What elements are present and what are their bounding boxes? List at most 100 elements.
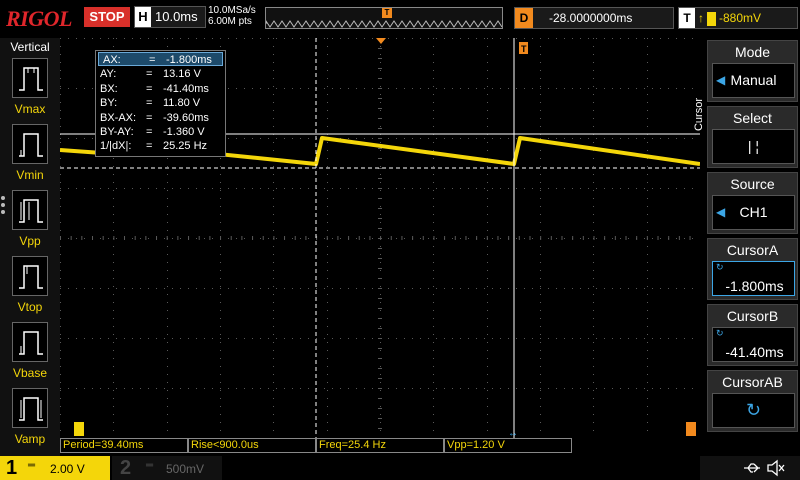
- graticule-dot: [276, 88, 277, 89]
- graticule-dot: [647, 366, 648, 367]
- graticule-dot: [668, 338, 669, 339]
- trigger-box[interactable]: T ↑ -880mV: [678, 7, 798, 29]
- trigger-level-marker[interactable]: [686, 422, 696, 436]
- ch1-status[interactable]: 1 ═ 2.00 V: [0, 456, 110, 480]
- graticule-dot: [692, 288, 693, 289]
- graticule-dot: [212, 338, 213, 339]
- graticule-dot: [100, 38, 101, 39]
- graticule-dot: [433, 374, 434, 375]
- graticule-dot: [124, 288, 125, 289]
- graticule-tick: [92, 236, 94, 240]
- graticule-dot: [484, 188, 485, 189]
- graticule-dot: [516, 88, 517, 89]
- graticule-dot: [500, 38, 501, 39]
- graticule-dot: [148, 288, 149, 289]
- graticule-dot: [92, 88, 93, 89]
- graticule-dot: [540, 302, 541, 303]
- graticule-dot: [396, 188, 397, 189]
- graticule-dot: [113, 278, 114, 279]
- measure-vmax[interactable]: Vmax: [0, 58, 60, 120]
- graticule-dot: [308, 138, 309, 139]
- graticule-dot: [628, 188, 629, 189]
- graticule-dot: [364, 338, 365, 339]
- measure-vbase[interactable]: Vbase: [0, 322, 60, 384]
- graticule-dot: [604, 188, 605, 189]
- graticule-dot: [60, 254, 61, 255]
- graticule-dot: [380, 214, 381, 215]
- graticule-dot: [593, 262, 594, 263]
- measurement-freq[interactable]: Freq=25.4 Hz: [316, 438, 444, 453]
- graticule-dot: [593, 86, 594, 87]
- graticule-dot: [540, 366, 541, 367]
- measurement-period[interactable]: Period=39.40ms: [60, 438, 188, 453]
- graticule-dot: [588, 388, 589, 389]
- graticule-dot: [487, 86, 488, 87]
- graticule-dot: [612, 338, 613, 339]
- graticule-dot: [647, 326, 648, 327]
- graticule-tick: [378, 118, 382, 119]
- graticule-dot: [348, 288, 349, 289]
- graticule-dot: [380, 206, 381, 207]
- graticule-dot: [356, 38, 357, 39]
- graticule-dot: [380, 46, 381, 47]
- graticule-dot: [487, 358, 488, 359]
- select-softkey[interactable]: Select | ¦: [707, 106, 798, 168]
- measure-vtop[interactable]: Vtop: [0, 256, 60, 318]
- graticule-tick: [378, 268, 382, 269]
- measurement-vpp[interactable]: Vpp=1.20 V: [444, 438, 572, 453]
- graticule-dot: [433, 102, 434, 103]
- graticule-tick: [378, 48, 382, 49]
- cursor-ab-softkey[interactable]: CursorAB ↻: [707, 370, 798, 432]
- graticule-dot: [60, 190, 61, 191]
- cursor-b-value: -41.40ms: [725, 344, 784, 360]
- timebase-box[interactable]: H 10.0ms: [134, 6, 206, 28]
- graticule-dot: [273, 326, 274, 327]
- graticule-dot: [273, 70, 274, 71]
- graticule-dot: [68, 138, 69, 139]
- graticule-dot: [292, 338, 293, 339]
- trigger-position-marker[interactable]: T: [382, 8, 392, 18]
- run-stop-status[interactable]: STOP: [84, 7, 130, 27]
- measurement-rise[interactable]: Rise<900.0us: [188, 438, 316, 453]
- graticule-dot: [468, 38, 469, 39]
- graticule-dot: [356, 288, 357, 289]
- ch2-status[interactable]: 2 ═ 500mV: [112, 456, 222, 480]
- graticule-dot: [273, 422, 274, 423]
- measure-vpp[interactable]: Vpp: [0, 190, 60, 252]
- source-softkey[interactable]: Source ◀ CH1: [707, 172, 798, 234]
- graticule-dot: [396, 388, 397, 389]
- ch1-ground-marker[interactable]: [74, 422, 84, 436]
- graticule-dot: [276, 138, 277, 139]
- graticule-dot: [327, 398, 328, 399]
- graticule-dot: [220, 246, 221, 247]
- graticule-dot: [284, 38, 285, 39]
- graticule-dot: [452, 288, 453, 289]
- graticule-dot: [380, 286, 381, 287]
- graticule-dot: [60, 182, 61, 183]
- graticule-dot: [500, 138, 501, 139]
- graticule-dot: [228, 238, 229, 239]
- graticule-dot: [380, 382, 381, 383]
- cursor-a-softkey[interactable]: CursorA ↻ -1.800ms: [707, 238, 798, 300]
- graticule-dot: [548, 188, 549, 189]
- graticule-dot: [593, 414, 594, 415]
- delay-box[interactable]: D -28.0000000ms: [514, 7, 674, 29]
- graticule-dot: [220, 158, 221, 159]
- measure-vamp[interactable]: Vamp: [0, 388, 60, 450]
- graticule-dot: [500, 188, 501, 189]
- graticule-dot: [188, 38, 189, 39]
- graticule-dot: [593, 118, 594, 119]
- mode-softkey[interactable]: Mode ◀ Manual: [707, 40, 798, 102]
- graticule-dot: [308, 338, 309, 339]
- graticule-dot: [284, 138, 285, 139]
- measure-vmin[interactable]: Vmin: [0, 124, 60, 186]
- graticule-dot: [487, 182, 488, 183]
- graticule-dot: [564, 338, 565, 339]
- graticule-dot: [588, 138, 589, 139]
- graticule-tick: [305, 236, 307, 240]
- graticule-dot: [593, 326, 594, 327]
- graticule-tick: [378, 78, 382, 79]
- graticule-dot: [433, 382, 434, 383]
- graticule-dot: [76, 338, 77, 339]
- cursor-b-softkey[interactable]: CursorB ↻ -41.40ms: [707, 304, 798, 366]
